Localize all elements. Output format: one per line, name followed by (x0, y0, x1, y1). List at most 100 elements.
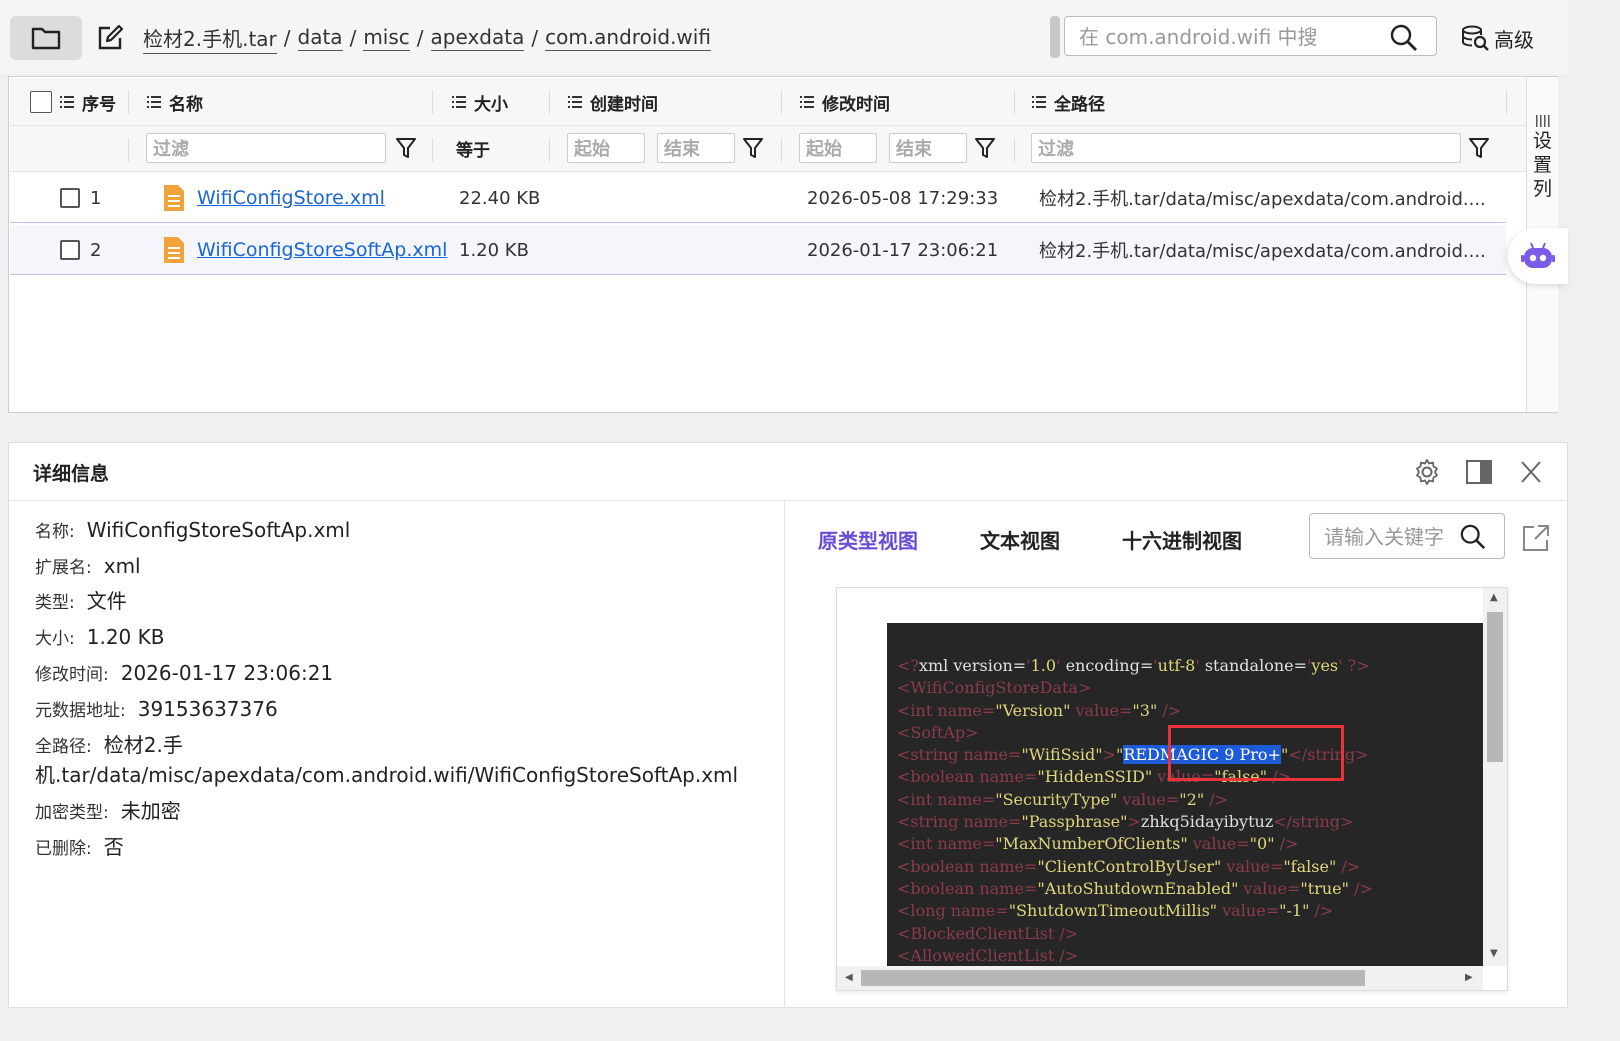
filter-icon[interactable] (743, 137, 763, 159)
edit-path-button[interactable] (94, 22, 126, 54)
breadcrumb-item[interactable]: com.android.wifi (545, 25, 711, 51)
top-toolbar: 检材2.手机.tar / data / misc / apexdata / co… (0, 0, 1568, 74)
property-row: 类型: 文件 (35, 589, 127, 613)
folder-button[interactable] (10, 16, 82, 60)
column-settings-icon (1535, 115, 1549, 127)
robot-icon (1521, 242, 1555, 268)
list-icon (1032, 96, 1046, 108)
name-filter-input[interactable]: 过滤 (146, 133, 386, 163)
property-row: 名称: WifiConfigStoreSoftAp.xml (35, 518, 351, 542)
breadcrumb-item[interactable]: 检材2.手机.tar (143, 23, 277, 54)
viewer-search-input[interactable] (1324, 523, 1450, 551)
search-icon[interactable] (1460, 524, 1486, 550)
column-settings-label: 设置列 (1532, 130, 1552, 200)
table-header: 序号 名称 大小 创建时间 修改时间 全路径 (10, 78, 1526, 126)
detail-title: 详细信息 (33, 463, 110, 485)
column-header-index[interactable]: 序号 (60, 78, 116, 126)
file-modified: 2026-05-08 17:29:33 (807, 187, 999, 209)
close-icon[interactable] (1519, 458, 1543, 486)
column-header-modified[interactable]: 修改时间 (800, 78, 890, 126)
list-icon (147, 96, 161, 108)
filter-icon[interactable] (396, 137, 416, 159)
tab-text-view[interactable]: 文本视图 (980, 525, 1060, 554)
created-end-input[interactable]: 结束 (657, 133, 735, 163)
viewer-search-box (1309, 513, 1505, 559)
property-row: 全路径: 检材2.手 (35, 733, 183, 757)
file-name-link[interactable]: WifiConfigStore.xml (197, 187, 385, 209)
property-row: 大小: 1.20 KB (35, 625, 165, 649)
splitter-handle[interactable] (1050, 16, 1060, 58)
search-box (1064, 16, 1437, 56)
search-input[interactable] (1079, 23, 1359, 51)
detail-header: 详细信息 (9, 443, 1569, 501)
xml-preview: <?xml version='1.0' encoding='utf-8' sta… (836, 587, 1508, 991)
horizontal-scrollbar[interactable]: ◀ ▶ (837, 966, 1483, 990)
property-list: 名称: WifiConfigStoreSoftAp.xml 扩展名: xml 类型:… (9, 501, 785, 1009)
list-icon (568, 96, 582, 108)
property-row: 修改时间: 2026-01-17 23:06:21 (35, 661, 334, 685)
file-size: 1.20 KB (459, 239, 529, 261)
file-size: 22.40 KB (459, 187, 541, 209)
advanced-search-icon (1462, 25, 1489, 51)
row-index: 1 (90, 187, 102, 209)
file-table: 序号 名称 大小 创建时间 修改时间 全路径 过滤 等于 起始 结束 起始 结束… (8, 76, 1558, 413)
xml-file-icon (164, 237, 184, 263)
assistant-button[interactable] (1508, 228, 1568, 284)
folder-icon (31, 27, 61, 50)
search-icon[interactable] (1390, 24, 1418, 52)
scroll-right-icon[interactable]: ▶ (1465, 972, 1473, 983)
modified-end-input[interactable]: 结束 (889, 133, 967, 163)
list-icon (452, 96, 466, 108)
filter-icon[interactable] (1469, 137, 1489, 159)
xml-content: <?xml version='1.0' encoding='utf-8' sta… (897, 656, 1373, 965)
tab-hex-view[interactable]: 十六进制视图 (1122, 525, 1242, 554)
created-start-input[interactable]: 起始 (567, 133, 645, 163)
xml-code-area: <?xml version='1.0' encoding='utf-8' sta… (887, 623, 1483, 983)
scroll-down-icon[interactable]: ▼ (1490, 948, 1498, 959)
column-header-path[interactable]: 全路径 (1032, 78, 1105, 126)
breadcrumb-item[interactable]: misc (363, 25, 410, 51)
file-path: 检材2.手机.tar/data/misc/apexdata/com.androi… (1039, 189, 1486, 210)
highlight-box (1168, 725, 1344, 781)
list-icon (800, 96, 814, 108)
property-row-continued: 机.tar/data/misc/apexdata/com.android.wif… (35, 763, 739, 787)
vertical-scrollbar[interactable]: ▲ ▼ (1483, 588, 1507, 966)
path-filter-input[interactable]: 过滤 (1031, 133, 1461, 163)
filter-icon[interactable] (975, 137, 995, 159)
split-view-icon[interactable] (1465, 458, 1493, 486)
row-index: 2 (90, 239, 102, 261)
property-row: 元数据地址: 39153637376 (35, 697, 278, 721)
advanced-label: 高级 (1494, 27, 1534, 52)
open-external-icon[interactable] (1521, 523, 1551, 553)
tab-native-view[interactable]: 原类型视图 (818, 525, 918, 554)
property-row: 已删除: 否 (35, 835, 124, 859)
advanced-search-button[interactable]: 高级 (1460, 20, 1534, 56)
scroll-up-icon[interactable]: ▲ (1490, 592, 1498, 603)
list-icon (60, 96, 74, 108)
column-header-size[interactable]: 大小 (452, 78, 508, 126)
edit-icon (98, 24, 124, 50)
file-modified: 2026-01-17 23:06:21 (807, 239, 999, 261)
row-checkbox[interactable] (60, 240, 80, 260)
file-name-link[interactable]: WifiConfigStoreSoftAp.xml (197, 239, 447, 261)
filter-row: 过滤 等于 起始 结束 起始 结束 过滤 (10, 126, 1526, 172)
column-header-name[interactable]: 名称 (147, 78, 203, 126)
breadcrumb: 检材2.手机.tar / data / misc / apexdata / co… (143, 22, 711, 54)
detail-panel: 详细信息 名称: WifiConfigStoreSoftAp.xml 扩展名: xm… (8, 442, 1569, 1009)
scroll-left-icon[interactable]: ◀ (845, 972, 853, 983)
property-row: 扩展名: xml (35, 554, 141, 578)
breadcrumb-item[interactable]: data (297, 25, 343, 51)
gear-icon[interactable] (1413, 458, 1441, 486)
file-viewer: 原类型视图 文本视图 十六进制视图 <?xml version='1.0' en… (786, 501, 1568, 1009)
column-header-created[interactable]: 创建时间 (568, 78, 658, 126)
row-checkbox[interactable] (60, 188, 80, 208)
table-row[interactable]: 1 WifiConfigStore.xml 22.40 KB 2026-05-0… (10, 173, 1506, 223)
breadcrumb-item[interactable]: apexdata (430, 25, 525, 51)
file-path: 检材2.手机.tar/data/misc/apexdata/com.androi… (1039, 241, 1486, 262)
xml-file-icon (164, 185, 184, 211)
modified-start-input[interactable]: 起始 (799, 133, 877, 163)
property-row: 加密类型: 未加密 (35, 799, 181, 823)
table-row[interactable]: 2 WifiConfigStoreSoftAp.xml 1.20 KB 2026… (10, 225, 1506, 275)
size-filter-mode[interactable]: 等于 (456, 133, 490, 163)
select-all-checkbox[interactable] (30, 91, 52, 113)
